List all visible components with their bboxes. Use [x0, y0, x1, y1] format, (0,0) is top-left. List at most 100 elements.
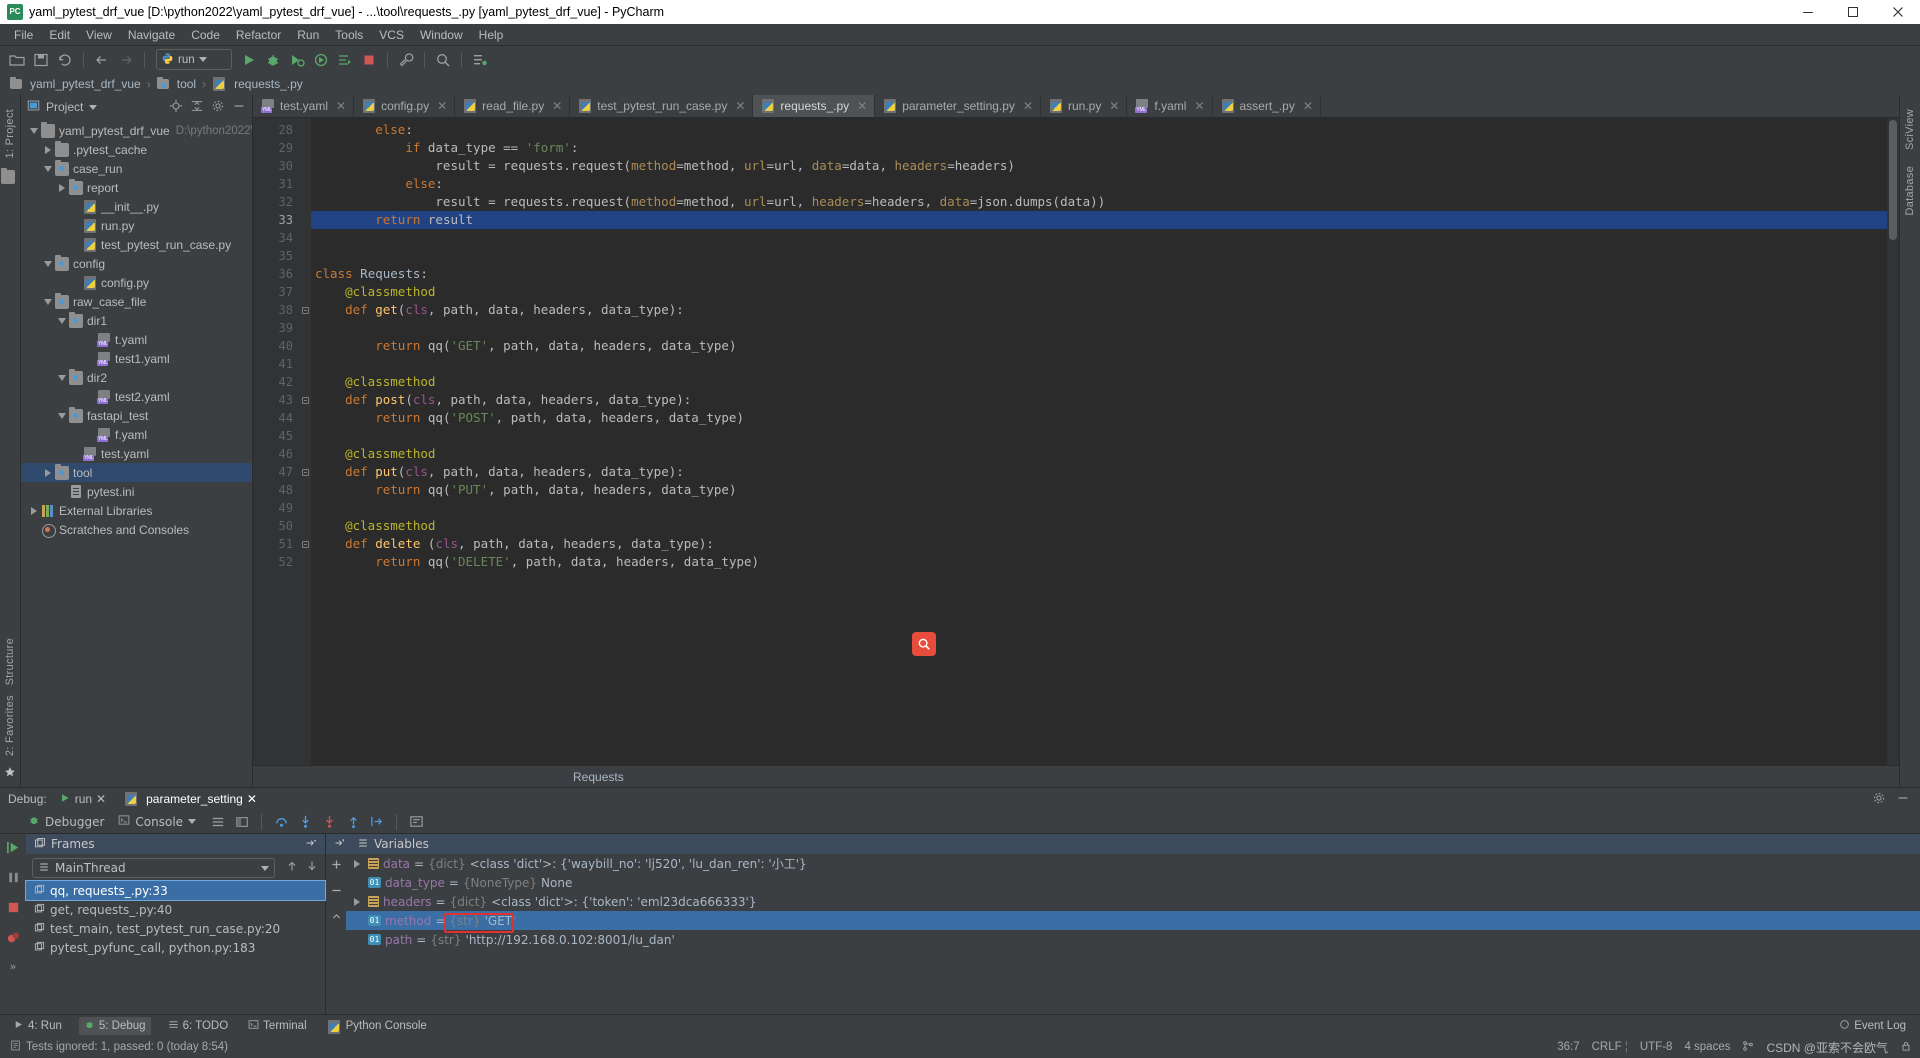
- more-icon[interactable]: »: [10, 960, 17, 973]
- maximize-button[interactable]: [1830, 0, 1875, 24]
- code-line[interactable]: def put(cls, path, data, headers, data_t…: [311, 463, 1887, 481]
- variables-list[interactable]: data = {dict} <class 'dict'>: {'waybill_no'…: [346, 854, 1920, 1014]
- tree-item-fastapi_test[interactable]: fastapi_test: [21, 406, 252, 425]
- code-line[interactable]: [311, 499, 1887, 517]
- code-line[interactable]: result = requests.request(method=method,…: [311, 157, 1887, 175]
- open-folder-icon[interactable]: [6, 49, 28, 71]
- code-line[interactable]: else:: [311, 175, 1887, 193]
- code-line[interactable]: @classmethod: [311, 373, 1887, 391]
- variable-row[interactable]: 01 data_type = {NoneType} None: [346, 873, 1920, 892]
- line-number[interactable]: 41: [253, 355, 299, 373]
- menu-navigate[interactable]: Navigate: [120, 26, 183, 44]
- tree-item-test-yaml[interactable]: test.yaml: [21, 444, 252, 463]
- expand-arrow-icon[interactable]: [27, 506, 41, 515]
- variable-row[interactable]: data = {dict} <class 'dict'>: {'waybill_no'…: [346, 854, 1920, 873]
- tree-item-test_pytest_run_case-py[interactable]: test_pytest_run_case.py: [21, 235, 252, 254]
- tree-item-test2-yaml[interactable]: test2.yaml: [21, 387, 252, 406]
- status-indent[interactable]: 4 spaces: [1684, 1041, 1730, 1053]
- line-number[interactable]: 49: [253, 499, 299, 517]
- step-out-icon[interactable]: [343, 812, 363, 832]
- close-icon[interactable]: ✕: [96, 792, 106, 806]
- code-line[interactable]: [311, 319, 1887, 337]
- chevron-down-icon[interactable]: [89, 104, 98, 110]
- code-fold-icon[interactable]: [299, 301, 311, 319]
- variable-row[interactable]: 01 path = {str}'http://192.168.0.102:8001/l…: [346, 930, 1920, 949]
- rail-project-label[interactable]: 1: Project: [4, 109, 16, 158]
- tree-item-tool[interactable]: tool: [21, 463, 252, 482]
- line-number[interactable]: 46: [253, 445, 299, 463]
- pause-program-icon[interactable]: [6, 870, 21, 888]
- code-fold-icon[interactable]: [299, 391, 311, 409]
- status-line-separator[interactable]: CRLF ¦: [1592, 1041, 1628, 1053]
- code-line[interactable]: [311, 355, 1887, 373]
- editor-tab-run-py[interactable]: run.py ✕: [1041, 95, 1128, 117]
- search-bubble[interactable]: [912, 632, 936, 656]
- tree-item-config-py[interactable]: config.py: [21, 273, 252, 292]
- line-number[interactable]: 28: [253, 121, 299, 139]
- close-button[interactable]: [1875, 0, 1920, 24]
- editor-tab-read_file-py[interactable]: read_file.py ✕: [455, 95, 571, 117]
- hide-icon[interactable]: [1896, 791, 1910, 808]
- arrow-down-icon[interactable]: [303, 859, 325, 876]
- code-line[interactable]: if data_type == 'form':: [311, 139, 1887, 157]
- code-fold-icon[interactable]: [299, 535, 311, 553]
- line-number[interactable]: 29: [253, 139, 299, 157]
- code-line[interactable]: return result: [311, 211, 1887, 229]
- code-fold-icon[interactable]: [299, 463, 311, 481]
- line-number[interactable]: 38: [253, 301, 299, 319]
- project-tree[interactable]: yaml_pytest_drf_vue D:\python2022\y .pytes…: [21, 119, 252, 787]
- close-icon[interactable]: ✕: [336, 99, 346, 113]
- tree-item-case_run[interactable]: case_run: [21, 159, 252, 178]
- menu-code[interactable]: Code: [183, 26, 228, 44]
- line-number[interactable]: 33: [253, 211, 299, 229]
- breadcrumb-item-file[interactable]: requests_.py: [212, 77, 303, 91]
- line-number[interactable]: 48: [253, 481, 299, 499]
- save-icon[interactable]: [30, 49, 52, 71]
- tree-item-config[interactable]: config: [21, 254, 252, 273]
- collapse-arrow-icon[interactable]: [55, 317, 69, 324]
- profile-icon[interactable]: [310, 49, 332, 71]
- run-to-cursor-icon[interactable]: [367, 812, 387, 832]
- status-encoding[interactable]: UTF-8: [1640, 1041, 1673, 1053]
- editor-tab-bar[interactable]: test.yaml✕config.py✕read_file.py✕test_py…: [253, 95, 1899, 118]
- close-icon[interactable]: ✕: [735, 99, 745, 113]
- tree-item-f-yaml[interactable]: f.yaml: [21, 425, 252, 444]
- settings-gear-icon[interactable]: [211, 99, 225, 116]
- tree-item-external-libraries[interactable]: External Libraries: [21, 501, 252, 520]
- code-line[interactable]: @classmethod: [311, 283, 1887, 301]
- rail-database-label[interactable]: Database: [1904, 166, 1916, 216]
- code-line[interactable]: [311, 247, 1887, 265]
- chevron-down-icon[interactable]: [188, 819, 197, 824]
- pin-icon[interactable]: [334, 837, 352, 852]
- hide-icon[interactable]: [232, 99, 246, 116]
- status-branch-icon[interactable]: [1742, 1040, 1754, 1055]
- frame-row[interactable]: qq, requests_.py:33: [25, 880, 326, 901]
- code-line[interactable]: else:: [311, 121, 1887, 139]
- code-line[interactable]: [311, 427, 1887, 445]
- tree-item-dir1[interactable]: dir1: [21, 311, 252, 330]
- menu-vcs[interactable]: VCS: [371, 26, 412, 44]
- tool-button-run[interactable]: 4: Run: [10, 1019, 65, 1033]
- tool-button-python-console[interactable]: Python Console: [324, 1020, 430, 1034]
- code-line[interactable]: def post(cls, path, data, headers, data_…: [311, 391, 1887, 409]
- line-number[interactable]: 45: [253, 427, 299, 445]
- menu-run[interactable]: Run: [289, 26, 327, 44]
- code-line[interactable]: def get(cls, path, data, headers, data_t…: [311, 301, 1887, 319]
- step-over-icon[interactable]: [271, 812, 291, 832]
- line-number[interactable]: 44: [253, 409, 299, 427]
- collapse-arrow-icon[interactable]: [41, 165, 55, 172]
- target-icon[interactable]: [169, 99, 183, 116]
- line-number[interactable]: 52: [253, 553, 299, 571]
- debug-session-tab-run[interactable]: run ✕: [53, 792, 112, 807]
- line-number[interactable]: 43: [253, 391, 299, 409]
- gear-icon[interactable]: [1872, 791, 1886, 808]
- sync-icon[interactable]: [54, 49, 76, 71]
- run-with-coverage-icon[interactable]: [286, 49, 308, 71]
- remove-watch-icon[interactable]: [330, 884, 343, 900]
- close-icon[interactable]: ✕: [1303, 99, 1313, 113]
- run-icon[interactable]: [238, 49, 260, 71]
- variable-row[interactable]: headers = {dict} <class 'dict'>: {'token': …: [346, 892, 1920, 911]
- tree-item-pytest-ini[interactable]: pytest.ini: [21, 482, 252, 501]
- tree-item-report[interactable]: report: [21, 178, 252, 197]
- tree-item-run-py[interactable]: run.py: [21, 216, 252, 235]
